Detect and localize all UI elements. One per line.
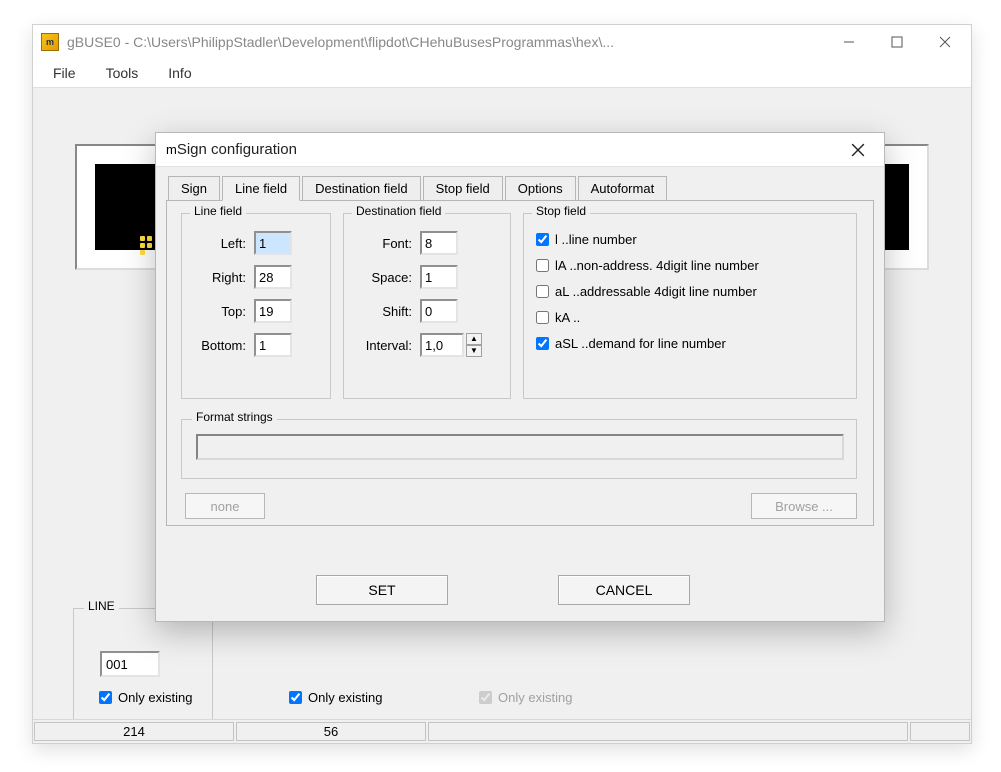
interval-spin-down[interactable]: ▼ — [466, 345, 482, 357]
format-legend: Format strings — [192, 410, 277, 424]
format-display — [196, 434, 844, 460]
left-label: Left: — [190, 236, 246, 251]
menu-info[interactable]: Info — [162, 63, 197, 83]
only-existing-2-label: Only existing — [308, 690, 382, 705]
only-existing-3-checkbox — [479, 691, 492, 704]
sign-configuration-dialog: m Sign configuration Sign Line field Des… — [155, 132, 885, 622]
chk-l-label: l ..line number — [555, 232, 637, 247]
titlebar: m gBUSE0 - C:\Users\PhilippStadler\Devel… — [33, 25, 971, 59]
status-cell-1: 214 — [34, 722, 234, 741]
dest-legend: Destination field — [352, 204, 445, 218]
space-input[interactable] — [420, 265, 458, 289]
line-group-label: LINE — [84, 599, 119, 613]
chk-ka-box[interactable] — [536, 311, 549, 324]
chk-la-label: lA ..non-address. 4digit line number — [555, 258, 759, 273]
right-input[interactable] — [254, 265, 292, 289]
status-cell-2: 56 — [236, 722, 426, 741]
chk-al[interactable]: aL ..addressable 4digit line number — [532, 278, 848, 304]
chk-la-box[interactable] — [536, 259, 549, 272]
none-button: none — [185, 493, 265, 519]
tab-panel: Line field Left: Right: Top: Bottom: Des… — [166, 200, 874, 526]
dialog-title: Sign configuration — [177, 141, 838, 158]
chk-l-box[interactable] — [536, 233, 549, 246]
top-input[interactable] — [254, 299, 292, 323]
line-input[interactable] — [100, 651, 160, 677]
only-existing-1[interactable]: Only existing — [95, 688, 192, 707]
destination-field-group: Destination field Font: Space: Shift: In… — [343, 213, 511, 399]
stop-field-group: Stop field l ..line number lA ..non-addr… — [523, 213, 857, 399]
only-existing-2-checkbox[interactable] — [289, 691, 302, 704]
tab-autoformat[interactable]: Autoformat — [578, 176, 668, 201]
window-title: gBUSE0 - C:\Users\PhilippStadler\Develop… — [67, 34, 825, 50]
chk-l[interactable]: l ..line number — [532, 226, 848, 252]
menu-file[interactable]: File — [47, 63, 82, 83]
set-button[interactable]: SET — [316, 575, 448, 605]
font-input[interactable] — [420, 231, 458, 255]
chk-al-label: aL ..addressable 4digit line number — [555, 284, 757, 299]
chk-ka[interactable]: kA .. — [532, 304, 848, 330]
cancel-button[interactable]: CANCEL — [558, 575, 690, 605]
app-icon: m — [41, 33, 59, 51]
chk-ka-label: kA .. — [555, 310, 580, 325]
line-field-legend: Line field — [190, 204, 246, 218]
interval-spin-up[interactable]: ▲ — [466, 333, 482, 345]
chk-al-box[interactable] — [536, 285, 549, 298]
dialog-close-button[interactable] — [838, 135, 878, 165]
tab-options[interactable]: Options — [505, 176, 576, 201]
chk-la[interactable]: lA ..non-address. 4digit line number — [532, 252, 848, 278]
right-label: Right: — [190, 270, 246, 285]
chk-asl-label: aSL ..demand for line number — [555, 336, 726, 351]
bottom-input[interactable] — [254, 333, 292, 357]
line-field-group: Line field Left: Right: Top: Bottom: — [181, 213, 331, 399]
bottom-label: Bottom: — [190, 338, 246, 353]
minimize-button[interactable] — [825, 27, 873, 57]
tab-destination-field[interactable]: Destination field — [302, 176, 421, 201]
stop-legend: Stop field — [532, 204, 590, 218]
shift-label: Shift: — [352, 304, 412, 319]
only-existing-3: Only existing — [475, 688, 572, 707]
top-label: Top: — [190, 304, 246, 319]
tab-stop-field[interactable]: Stop field — [423, 176, 503, 201]
chk-asl-box[interactable] — [536, 337, 549, 350]
format-strings-group: Format strings — [181, 419, 857, 479]
menu-tools[interactable]: Tools — [100, 63, 145, 83]
only-existing-1-label: Only existing — [118, 690, 192, 705]
shift-input[interactable] — [420, 299, 458, 323]
maximize-button[interactable] — [873, 27, 921, 57]
interval-spinner[interactable]: ▲ ▼ — [466, 333, 482, 357]
space-label: Space: — [352, 270, 412, 285]
status-cell-3 — [428, 722, 908, 741]
only-existing-2[interactable]: Only existing — [285, 688, 382, 707]
status-cell-4 — [910, 722, 970, 741]
interval-input[interactable] — [420, 333, 464, 357]
browse-button: Browse ... — [751, 493, 857, 519]
tab-strip: Sign Line field Destination field Stop f… — [156, 167, 884, 200]
tab-sign[interactable]: Sign — [168, 176, 220, 201]
only-existing-1-checkbox[interactable] — [99, 691, 112, 704]
menubar: File Tools Info — [33, 59, 971, 87]
left-input[interactable] — [254, 231, 292, 255]
statusbar: 214 56 — [33, 719, 971, 743]
only-existing-3-label: Only existing — [498, 690, 572, 705]
tab-line-field[interactable]: Line field — [222, 176, 300, 201]
chk-asl[interactable]: aSL ..demand for line number — [532, 330, 848, 356]
window-controls — [825, 27, 969, 57]
interval-label: Interval: — [352, 338, 412, 353]
close-button[interactable] — [921, 27, 969, 57]
dialog-icon: m — [166, 142, 177, 157]
font-label: Font: — [352, 236, 412, 251]
dialog-titlebar: m Sign configuration — [156, 133, 884, 167]
